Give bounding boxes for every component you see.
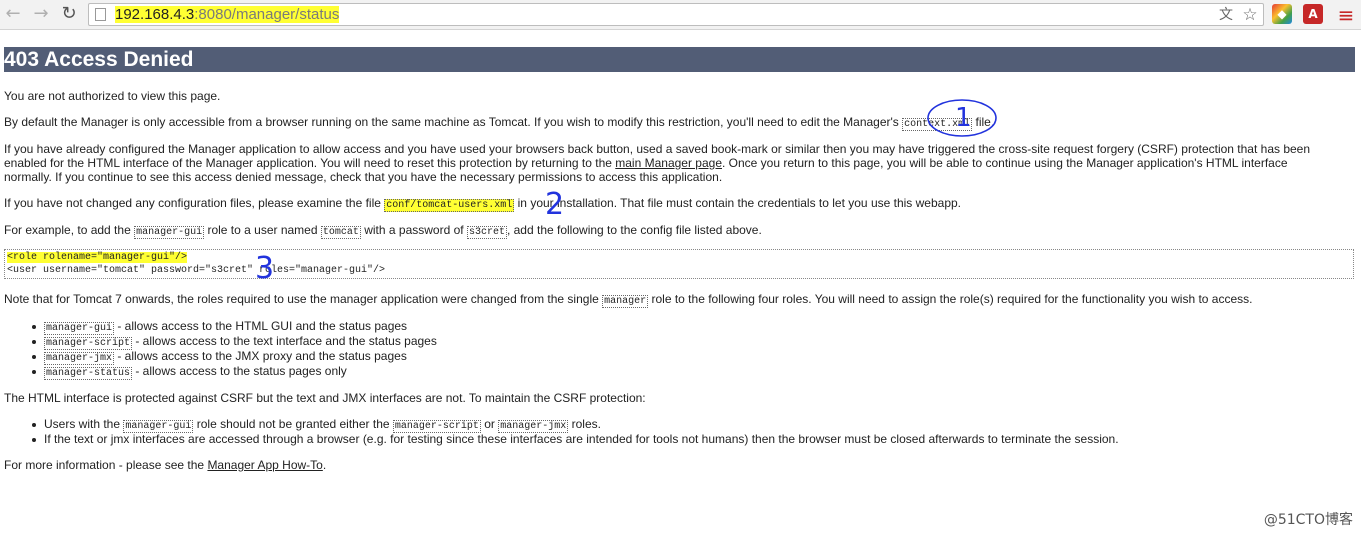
pdf-extension-icon[interactable]: A — [1303, 4, 1323, 24]
url-path: :8080/manager/status — [194, 6, 340, 23]
text: roles. — [571, 417, 601, 431]
role-description: - allows access to the text interface an… — [132, 334, 437, 348]
browser-toolbar: ← → ↻ 192.168.4.3:8080/manager/status 文 … — [0, 0, 1361, 30]
text: . — [322, 458, 327, 472]
list-item: manager-gui - allows access to the HTML … — [31, 319, 408, 335]
forward-icon[interactable]: → — [30, 3, 52, 25]
text: Note that for Tomcat 7 onwards, the role… — [4, 292, 599, 306]
reload-icon[interactable]: ↻ — [58, 3, 80, 25]
list-item: manager-status - allows access to the st… — [32, 364, 347, 380]
paragraph-not-authorized: You are not authorized to view this page… — [4, 89, 221, 103]
star-icon[interactable]: ☆ — [1241, 6, 1259, 24]
text: , add the following to the config file l… — [506, 223, 762, 237]
text: or — [484, 417, 495, 431]
list-item: manager-script - allows access to the te… — [32, 334, 437, 350]
role-description: - allows access to the JMX proxy and the… — [114, 349, 407, 363]
text: For example, to add the — [4, 223, 131, 237]
paragraph-default-access: By default the Manager is only accessibl… — [4, 116, 994, 131]
code-manager: manager — [602, 295, 649, 308]
url-text[interactable]: 192.168.4.3:8080/manager/status — [115, 6, 340, 24]
code-tomcat: tomcat — [320, 226, 361, 239]
list-item: manager-jmx - allows access to the JMX p… — [32, 349, 407, 365]
role-description: - allows access to the HTML GUI and the … — [114, 319, 408, 333]
text: file. — [975, 115, 995, 129]
paragraph-more-info: For more information - please see the Ma… — [4, 459, 326, 472]
text: enabled for the HTML interface of the Ma… — [4, 156, 612, 170]
text: . Once you return to this page, you will… — [722, 156, 1288, 170]
extension-icon[interactable]: ◆ — [1272, 4, 1292, 24]
menu-icon[interactable]: ≡ — [1335, 4, 1357, 26]
text: role to a user named — [207, 223, 318, 237]
paragraph-example: For example, to add the manager-gui role… — [4, 224, 762, 239]
main-manager-page-link[interactable]: main Manager page — [615, 156, 722, 170]
paragraph-config-files: If you have not changed any configuratio… — [4, 197, 961, 212]
manager-howto-link[interactable]: Manager App How-To — [207, 458, 322, 472]
page-title: 403 Access Denied — [4, 47, 1355, 72]
text: By default the Manager is only accessibl… — [4, 115, 899, 129]
config-user-line: <user username="tomcat" password="s3cret… — [7, 265, 386, 276]
paragraph-csrf-protection: The HTML interface is protected against … — [4, 391, 646, 405]
config-role-line: <role rolename="manager-gui"/> — [7, 252, 188, 263]
watermark: @51CTO博客 — [1263, 512, 1353, 528]
code-tomcat-users-xml: conf/tomcat-users.xml — [384, 199, 515, 212]
text: with a password of — [364, 223, 464, 237]
role-code: manager-gui — [44, 322, 115, 335]
config-example-block: <role rolename="manager-gui"/> <user use… — [4, 249, 1354, 279]
paragraph-tomcat7-roles: Note that for Tomcat 7 onwards, the role… — [4, 293, 1253, 308]
paragraph-csrf-line-1: If you have already configured the Manag… — [4, 142, 1311, 156]
code-manager-gui: manager-gui — [134, 226, 205, 239]
text: role to the following four roles. You wi… — [651, 292, 1253, 306]
role-description: - allows access to the status pages only — [132, 364, 347, 378]
paragraph-csrf-line-3: normally. If you continue to see this ac… — [4, 170, 723, 184]
text: For more information - please see the — [4, 458, 205, 472]
paragraph-csrf-line-2: enabled for the HTML interface of the Ma… — [4, 157, 1288, 170]
back-icon[interactable]: ← — [2, 3, 24, 25]
text: in your installation. That file must con… — [517, 196, 962, 210]
role-code: manager-status — [44, 367, 133, 380]
code-context-xml: context.xml — [902, 118, 973, 131]
translate-icon[interactable]: 文 — [1217, 6, 1235, 24]
code-s3cret: s3cret — [466, 226, 507, 239]
page-icon — [95, 8, 106, 21]
text: role should not be granted either the — [196, 417, 390, 431]
list-item: If the text or jmx interfaces are access… — [32, 432, 1119, 446]
url-host: 192.168.4.3 — [115, 6, 195, 23]
list-item: Users with the manager-gui role should n… — [32, 417, 601, 433]
text: If you have not changed any configuratio… — [4, 196, 381, 210]
address-bar[interactable]: 192.168.4.3:8080/manager/status 文 ☆ — [88, 3, 1264, 26]
text: Users with the — [44, 417, 121, 431]
role-code: manager-jmx — [44, 352, 115, 365]
